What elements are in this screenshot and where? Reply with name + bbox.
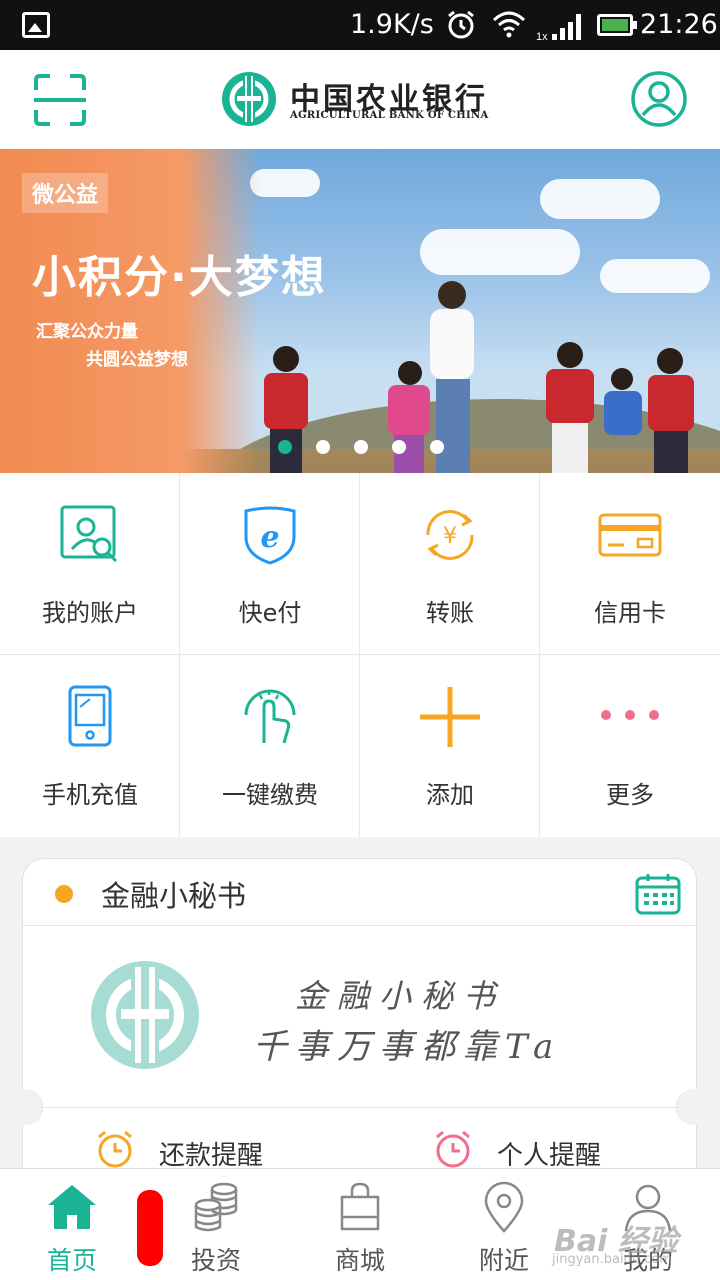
banner-pagination[interactable] <box>278 440 444 454</box>
grid-item-more[interactable]: 更多 <box>540 655 720 837</box>
grid-item-label: 手机充值 <box>42 781 138 809</box>
account-search-icon <box>60 505 118 563</box>
more-dots-icon <box>601 710 659 720</box>
handwriting-line-1: 金融小秘书 <box>295 977 506 1015</box>
home-icon <box>48 1185 96 1229</box>
nav-item-home[interactable]: 首页 <box>0 1169 144 1280</box>
transfer-yuan-icon: ¥ <box>426 510 474 560</box>
grid-item-my-account[interactable]: 我的账户 <box>0 473 180 655</box>
alarm-clock-icon <box>436 1130 470 1168</box>
status-bar: 1.9K/s 1x 21:26 <box>0 0 720 50</box>
grid-item-transfer[interactable]: ¥ 转账 <box>360 473 540 655</box>
signal-icon: 1x <box>536 14 581 42</box>
grid-item-add[interactable]: 添加 <box>360 655 540 837</box>
banner-subtitle-1: 汇聚公众力量 <box>36 322 138 342</box>
grid-item-label: 添加 <box>426 781 474 809</box>
app-header: 中国农业银行 AGRICULTURAL BANK OF CHINA <box>0 50 720 149</box>
nav-item-invest[interactable]: 投资 <box>144 1169 288 1280</box>
financial-secretary-card[interactable]: 金融小秘书 金融小秘书 千事万事都靠Ta 还款提醒 个人提醒 <box>7 858 712 1188</box>
image-icon <box>22 12 50 38</box>
divider <box>23 1107 698 1108</box>
baidu-watermark-url: jingyan.baidu.com <box>552 1252 672 1267</box>
abc-logo-icon <box>222 72 276 126</box>
location-pin-icon <box>484 1181 524 1233</box>
credit-card-icon <box>598 513 662 557</box>
pagination-dot[interactable] <box>354 440 368 454</box>
scan-icon[interactable] <box>34 74 86 126</box>
handwriting-line-2: 千事万事都靠Ta <box>253 1027 562 1067</box>
clock: 21:26 <box>640 9 718 40</box>
grid-item-label: 信用卡 <box>594 599 666 627</box>
network-speed: 1.9K/s <box>350 9 434 40</box>
coins-icon <box>194 1182 238 1232</box>
wifi-icon <box>492 11 526 38</box>
pagination-dot[interactable] <box>278 440 292 454</box>
svg-text:e: e <box>260 520 279 555</box>
grid-item-phone-recharge[interactable]: 手机充值 <box>0 655 180 837</box>
grid-item-label: 转账 <box>426 599 474 627</box>
nav-label: 商城 <box>334 1246 385 1275</box>
pagination-dot[interactable] <box>316 440 330 454</box>
status-dot <box>55 885 73 903</box>
function-grid: 我的账户 e 快e付 ¥ 转账 信用卡 手机充值 一键缴费 添加 更多 <box>0 473 720 837</box>
reminder-label: 还款提醒 <box>159 1141 264 1171</box>
abc-logo-watermark-icon <box>91 961 199 1069</box>
alarm-clock-icon <box>98 1130 132 1168</box>
reminder-label: 个人提醒 <box>497 1141 602 1171</box>
bank-name-en: AGRICULTURAL BANK OF CHINA <box>290 110 489 121</box>
card-title: 金融小秘书 <box>101 879 247 913</box>
banner-title: 小积分·大梦想 <box>32 252 327 303</box>
grid-item-label: 一键缴费 <box>222 781 318 809</box>
phone-recharge-icon <box>68 685 112 747</box>
nav-label: 首页 <box>46 1246 97 1275</box>
grid-item-e-pay[interactable]: e 快e付 <box>180 473 360 655</box>
alarm-icon <box>448 10 474 39</box>
pagination-dot[interactable] <box>392 440 406 454</box>
grid-item-label: 我的账户 <box>42 599 138 627</box>
grid-item-one-tap-payment[interactable]: 一键缴费 <box>180 655 360 837</box>
nav-item-mall[interactable]: 商城 <box>288 1169 432 1280</box>
plus-icon <box>420 687 480 747</box>
bank-logo: 中国农业银行 AGRICULTURAL BANK OF CHINA <box>220 70 510 130</box>
signal-label: 1x <box>536 31 548 42</box>
pagination-dot[interactable] <box>430 440 444 454</box>
nav-label: 投资 <box>190 1246 241 1275</box>
battery-icon <box>597 14 637 36</box>
promo-banner[interactable]: 微公益 小积分·大梦想 汇聚公众力量 共圆公益梦想 <box>0 149 720 473</box>
card-notch <box>7 1089 43 1125</box>
grid-item-label: 更多 <box>606 781 654 809</box>
banner-subtitle-2: 共圆公益梦想 <box>86 350 188 370</box>
banner-tag: 微公益 <box>22 173 109 213</box>
one-tap-payment-icon <box>244 689 296 744</box>
grid-item-label: 快e付 <box>238 599 302 627</box>
svg-text:¥: ¥ <box>443 524 457 549</box>
divider <box>23 925 698 926</box>
calendar-icon[interactable] <box>635 873 681 915</box>
red-annotation-mark <box>137 1190 163 1266</box>
user-circle-icon[interactable] <box>630 70 688 128</box>
grid-item-credit-card[interactable]: 信用卡 <box>540 473 720 655</box>
shopping-bag-icon <box>340 1182 380 1231</box>
card-notch <box>676 1089 712 1125</box>
banner-text-panel: 微公益 小积分·大梦想 汇聚公众力量 共圆公益梦想 <box>0 149 325 473</box>
e-pay-shield-icon: e <box>244 506 296 565</box>
